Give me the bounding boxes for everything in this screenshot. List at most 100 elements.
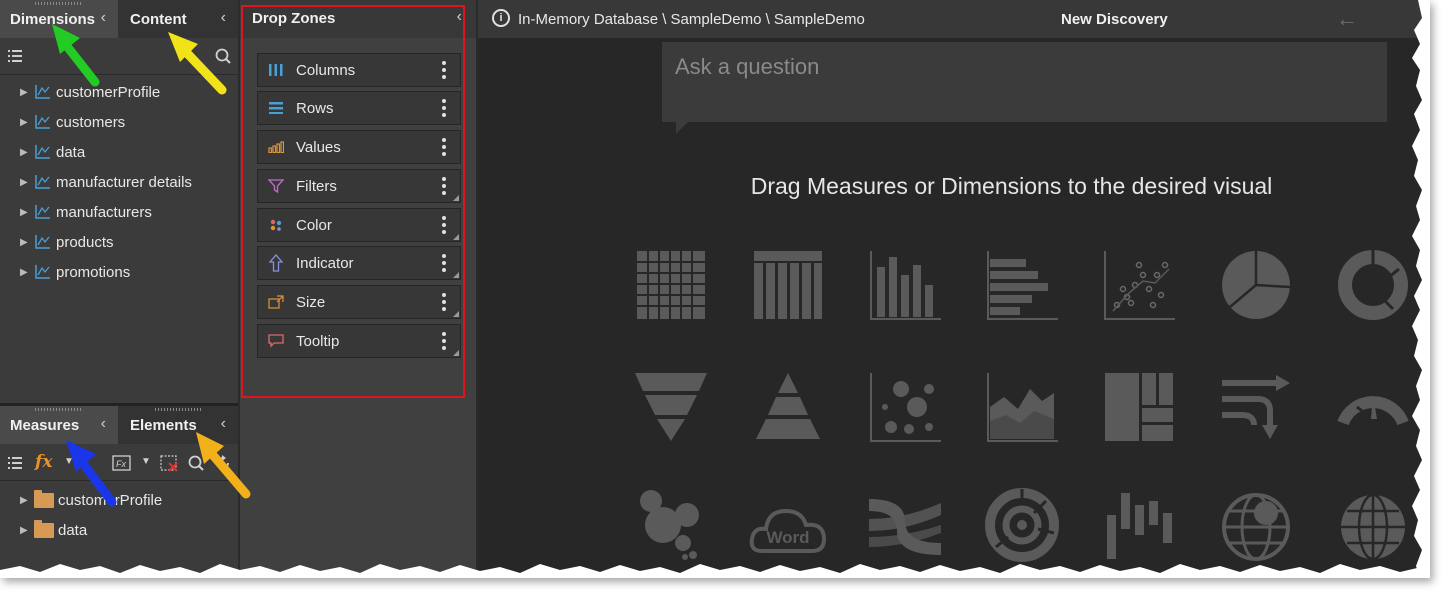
- expand-arrow-icon[interactable]: ▶: [20, 147, 30, 158]
- dimension-icon: [35, 145, 50, 159]
- search-icon[interactable]: [215, 48, 231, 64]
- svg-text:Fx: Fx: [116, 459, 126, 469]
- dimensions-tree: ▶ customerProfile ▶ customers ▶ data ▶ m…: [0, 77, 238, 287]
- main-header: i In-Memory Database \ SampleDemo \ Samp…: [478, 0, 1430, 38]
- tab-elements[interactable]: Elements ‹: [120, 406, 238, 444]
- torn-edge: [0, 564, 1430, 578]
- tab-dimensions[interactable]: Dimensions ‹: [0, 0, 118, 38]
- donut-icon[interactable]: [1333, 245, 1413, 325]
- folder-icon: [34, 489, 54, 508]
- ask-question-input[interactable]: [662, 42, 1387, 92]
- torn-edge: [1412, 0, 1430, 578]
- drag-grip[interactable]: [35, 408, 83, 411]
- search-icon[interactable]: [188, 455, 204, 471]
- pie-icon[interactable]: [1216, 245, 1296, 325]
- gauge-icon[interactable]: [1333, 367, 1413, 447]
- scatter-icon[interactable]: [1099, 245, 1179, 325]
- pivot-icon[interactable]: [748, 245, 828, 325]
- expand-arrow-icon[interactable]: ▶: [20, 117, 30, 128]
- dimension-icon: [35, 85, 50, 99]
- waterfall-icon[interactable]: [1099, 485, 1179, 565]
- flow-icon[interactable]: [1216, 367, 1296, 447]
- main-canvas: i In-Memory Database \ SampleDemo \ Samp…: [478, 0, 1430, 578]
- pyramid-icon[interactable]: [748, 367, 828, 447]
- tree-item-label: customerProfile: [58, 491, 163, 509]
- tree-item-label: data: [56, 143, 86, 161]
- globe-icon[interactable]: [1333, 485, 1413, 565]
- fx-box-icon[interactable]: Fx: [112, 454, 132, 472]
- tree-item-data[interactable]: ▶ data: [0, 515, 238, 545]
- dropdown-icon[interactable]: ▼: [141, 456, 151, 467]
- tab-label: Elements: [130, 416, 197, 434]
- bar-chart-icon[interactable]: [982, 245, 1062, 325]
- breadcrumb: In-Memory Database \ SampleDemo \ Sample…: [518, 11, 865, 28]
- tab-label: Dimensions: [10, 10, 96, 28]
- expand-arrow-icon[interactable]: ▶: [20, 87, 30, 98]
- speech-tail: [676, 122, 688, 134]
- dimensions-toolbar: [0, 38, 238, 75]
- back-arrow-icon[interactable]: ←: [1336, 6, 1358, 32]
- drag-grip[interactable]: [35, 2, 83, 5]
- chevron-left-icon[interactable]: ‹: [221, 9, 226, 27]
- tree-item-customerprofile[interactable]: ▶ customerProfile: [0, 77, 238, 107]
- tree-item-label: customers: [56, 113, 126, 131]
- column-chart-icon[interactable]: [865, 245, 945, 325]
- tree-item-products[interactable]: ▶ products: [0, 227, 238, 257]
- measures-tabbar: Measures ‹ Elements ‹: [0, 406, 238, 444]
- tree-item-label: manufacturer details: [56, 173, 192, 191]
- area-icon[interactable]: [982, 367, 1062, 447]
- tree-item-promotions[interactable]: ▶ promotions: [0, 257, 238, 287]
- fx-icon[interactable]: fx: [35, 452, 52, 472]
- chevron-left-icon[interactable]: ‹: [221, 415, 226, 433]
- refresh-icon[interactable]: [215, 455, 231, 471]
- measures-toolbar: fx ▼ Fx ▼: [0, 444, 238, 481]
- chevron-left-icon[interactable]: ‹: [101, 9, 106, 27]
- tree-item-customerprofile[interactable]: ▶ customerProfile: [0, 485, 238, 515]
- tab-measures[interactable]: Measures ‹: [0, 406, 118, 444]
- tree-item-label: promotions: [56, 263, 131, 281]
- tree-item-data[interactable]: ▶ data: [0, 137, 238, 167]
- expand-arrow-icon[interactable]: ▶: [20, 495, 30, 506]
- dimension-icon: [35, 265, 50, 279]
- word-cloud-icon[interactable]: Word: [748, 485, 828, 565]
- dropdown-icon[interactable]: ▼: [64, 456, 74, 467]
- tab-label: Measures: [10, 416, 80, 434]
- bubble-icon[interactable]: [865, 367, 945, 447]
- grid-icon[interactable]: [631, 245, 711, 325]
- tree-item-label: manufacturers: [56, 203, 152, 221]
- info-icon[interactable]: i: [492, 9, 510, 27]
- tab-label: Content: [130, 10, 187, 28]
- chevron-left-icon[interactable]: ‹: [101, 415, 106, 433]
- folder-icon: [34, 519, 54, 538]
- funnel-icon[interactable]: [631, 367, 711, 447]
- expand-arrow-icon[interactable]: ▶: [20, 237, 30, 248]
- tree-item-label: products: [56, 233, 114, 251]
- tree-item-label: data: [58, 521, 88, 539]
- highlight-box: [241, 5, 465, 398]
- drag-grip[interactable]: [155, 408, 203, 411]
- tree-item-label: customerProfile: [56, 83, 161, 101]
- app-window: Dimensions ‹ Content ‹ ▶ customerProfile…: [0, 0, 1430, 578]
- tree-item-manufacturer-details[interactable]: ▶ manufacturer details: [0, 167, 238, 197]
- tree-item-customers[interactable]: ▶ customers: [0, 107, 238, 137]
- list-icon[interactable]: [8, 50, 22, 62]
- packed-bubble-icon[interactable]: [631, 485, 711, 565]
- expand-arrow-icon[interactable]: ▶: [20, 267, 30, 278]
- tree-item-manufacturers[interactable]: ▶ manufacturers: [0, 197, 238, 227]
- dimension-icon: [35, 115, 50, 129]
- globe-bubble-icon[interactable]: [1216, 485, 1296, 565]
- dimensions-tabbar: Dimensions ‹ Content ‹: [0, 0, 238, 38]
- list-icon[interactable]: [8, 457, 22, 469]
- expand-arrow-icon[interactable]: ▶: [20, 525, 30, 536]
- dimension-icon: [35, 205, 50, 219]
- sunburst-icon[interactable]: [982, 485, 1062, 565]
- sankey-icon[interactable]: [865, 485, 945, 565]
- instruction-text: Drag Measures or Dimensions to the desir…: [750, 173, 1273, 199]
- treemap-icon[interactable]: [1099, 367, 1179, 447]
- page-title: New Discovery: [1061, 11, 1168, 28]
- expand-arrow-icon[interactable]: ▶: [20, 207, 30, 218]
- delete-icon[interactable]: [160, 454, 180, 472]
- tab-content[interactable]: Content ‹: [120, 0, 238, 38]
- expand-arrow-icon[interactable]: ▶: [20, 177, 30, 188]
- hint-row: Drag Measures or Dimensions to the desir…: [478, 173, 1430, 200]
